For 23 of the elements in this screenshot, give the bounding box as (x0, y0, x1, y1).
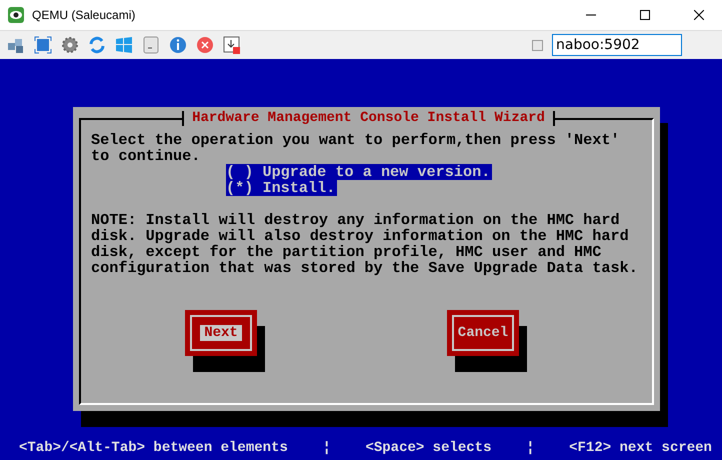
maximize-icon[interactable] (640, 10, 650, 20)
close-icon[interactable] (694, 10, 704, 20)
separator-text: ¦ (322, 440, 331, 456)
separator-text: ¦ (526, 440, 535, 456)
fullscreen-icon[interactable] (32, 34, 54, 56)
address-field[interactable]: naboo:5902 (552, 34, 682, 56)
download-window-icon[interactable] (221, 34, 243, 56)
dialog-title: Hardware Management Console Install Wizard (182, 111, 555, 126)
settings-icon[interactable] (59, 34, 81, 56)
dialog-button[interactable]: Cancel (447, 310, 519, 356)
key-hint: <F12> next screen (569, 440, 712, 456)
note-text: NOTE: Install will destroy any information on the HMC hard disk. Upgrade will also destroy information on the HMC hard disk, except for the partition profile, HMC user and HMC configuration that was stored by the Save Upgrade Data task. (91, 212, 639, 276)
prompt-text: Select the operation you want to perform,then press 'Next' to continue. (91, 132, 621, 164)
option-item[interactable]: (*) Install. (226, 180, 338, 196)
window-title: QEMU (Saleucami) (32, 8, 136, 22)
key-hint: <Tab>/<Alt-Tab> between elements (19, 440, 288, 456)
eye-icon (8, 7, 24, 23)
dialog-button[interactable]: Next (185, 310, 257, 356)
info-icon[interactable] (167, 34, 189, 56)
checkbox[interactable] (532, 40, 543, 50)
option-item[interactable]: ( ) Upgrade to a new version. (226, 164, 492, 180)
windows-icon[interactable] (113, 34, 135, 56)
key-hint: <Space> selects (365, 440, 492, 456)
